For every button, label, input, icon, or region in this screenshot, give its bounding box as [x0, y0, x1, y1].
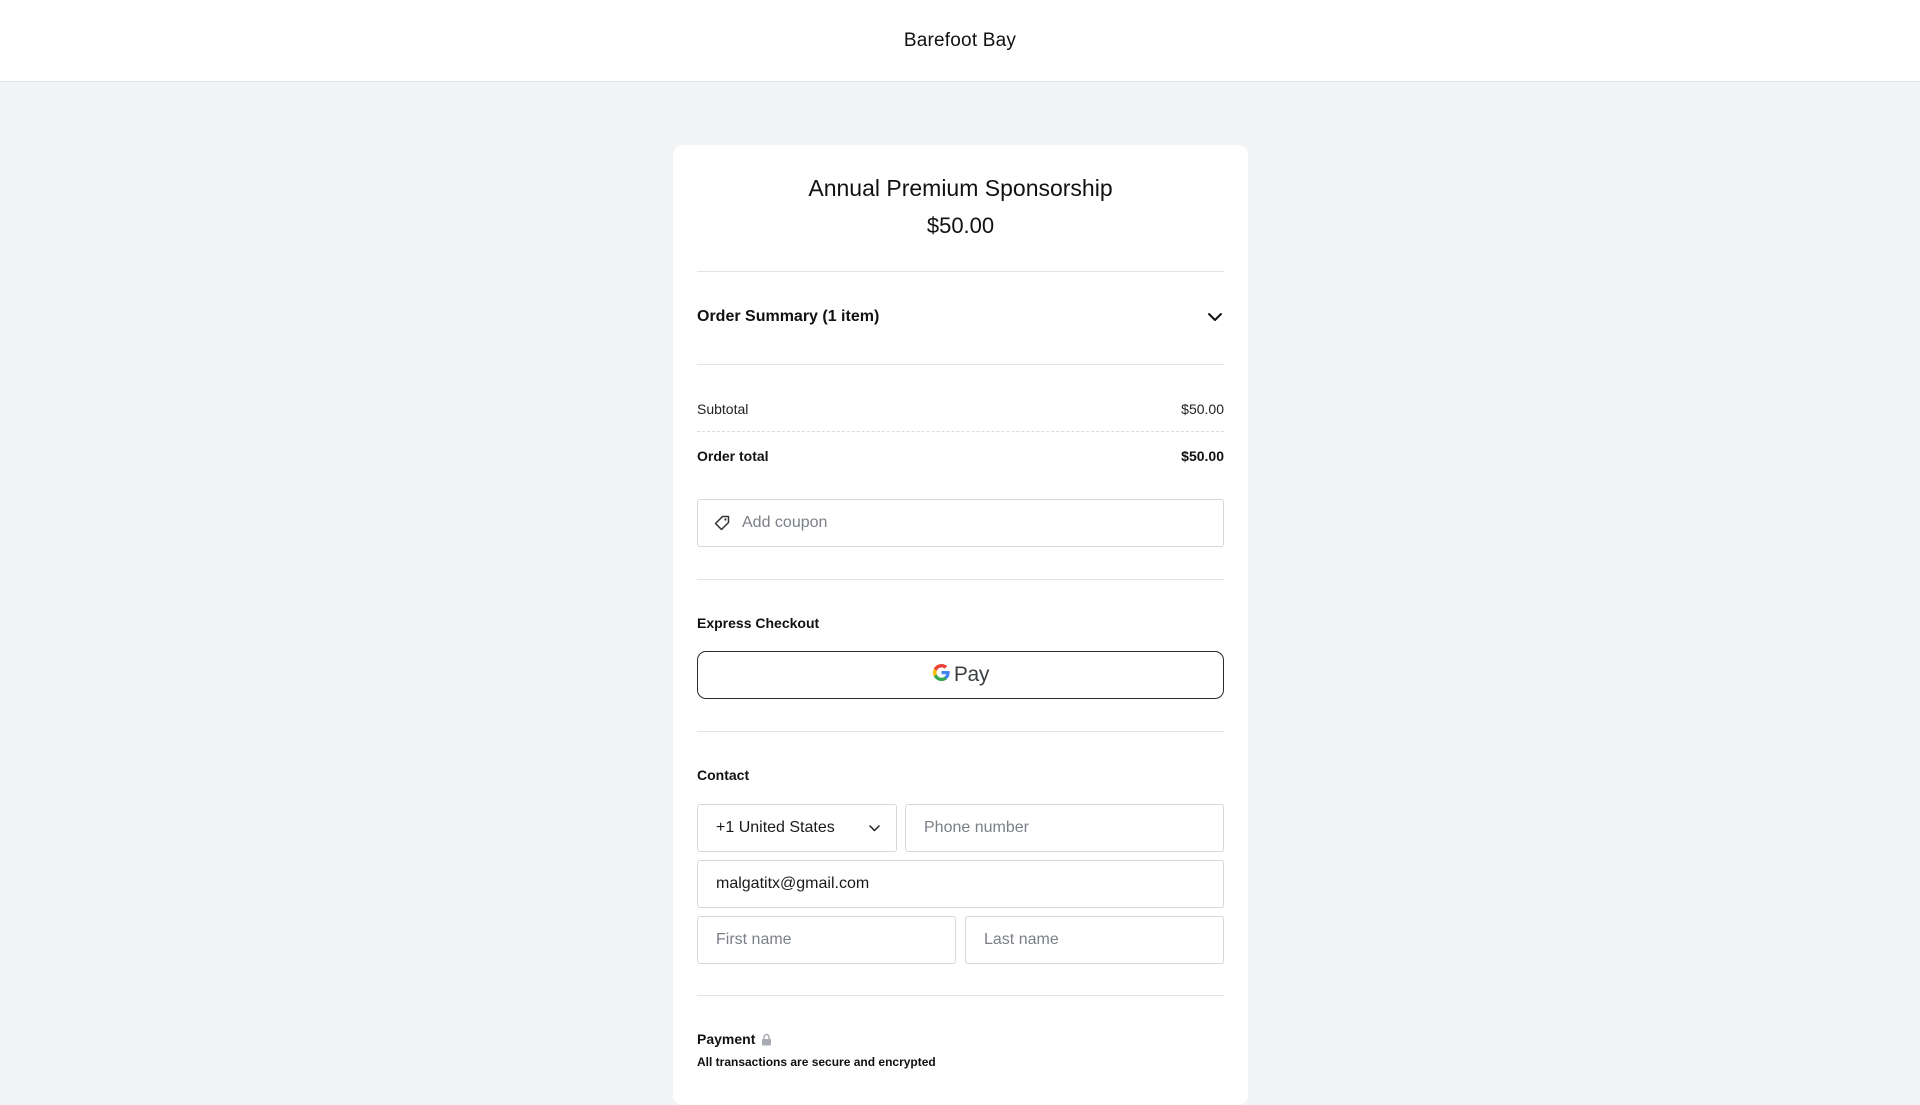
google-g-icon: [932, 663, 951, 687]
secure-payment-note: All transactions are secure and encrypte…: [697, 1055, 936, 1069]
lock-icon: [761, 1032, 773, 1046]
divider: [697, 364, 1224, 365]
email-field[interactable]: malgatitx@gmail.com: [697, 860, 1224, 908]
last-name-input[interactable]: Last name: [965, 916, 1224, 964]
phone-number-input[interactable]: Phone number: [905, 804, 1224, 852]
store-name: Barefoot Bay: [903, 29, 1017, 51]
order-summary-label: Order Summary (1 item): [697, 308, 880, 325]
divider: [697, 731, 1224, 732]
gpay-label: Pay: [953, 663, 990, 686]
order-total-value: $50.00: [1181, 448, 1224, 464]
dashed-divider: [697, 431, 1224, 432]
contact-label: Contact: [697, 767, 750, 783]
google-pay-button[interactable]: Pay: [697, 651, 1224, 699]
subtotal-value: $50.00: [1181, 401, 1224, 417]
order-total-label: Order total: [697, 448, 769, 464]
order-total-row: Order total $50.00: [697, 446, 1224, 466]
coupon-placeholder: Add coupon: [742, 514, 828, 531]
order-summary-toggle[interactable]: Order Summary (1 item): [697, 305, 1224, 329]
first-name-placeholder: First name: [716, 931, 792, 948]
last-name-placeholder: Last name: [984, 931, 1059, 948]
divider: [697, 579, 1224, 580]
first-name-input[interactable]: First name: [697, 916, 956, 964]
phone-placeholder: Phone number: [924, 819, 1029, 836]
country-code-select[interactable]: +1 United States: [697, 804, 897, 852]
divider: [697, 995, 1224, 996]
product-price: $50.00: [926, 213, 995, 238]
chevron-down-icon: [1206, 308, 1224, 326]
add-coupon-field[interactable]: Add coupon: [697, 499, 1224, 547]
subtotal-row: Subtotal $50.00: [697, 399, 1224, 419]
top-bar: Barefoot Bay: [0, 0, 1920, 82]
subtotal-label: Subtotal: [697, 401, 749, 417]
email-value: malgatitx@gmail.com: [716, 875, 870, 892]
chevron-down-icon: [869, 819, 880, 837]
tag-icon: [714, 514, 732, 532]
payment-heading: Payment: [697, 1031, 1224, 1047]
express-checkout-label: Express Checkout: [697, 615, 820, 631]
divider: [697, 271, 1224, 272]
product-title: Annual Premium Sponsorship: [808, 175, 1113, 201]
checkout-card: Annual Premium Sponsorship $50.00 Order …: [673, 145, 1248, 1105]
payment-label: Payment: [697, 1031, 756, 1047]
country-code-value: +1 United States: [716, 819, 835, 836]
